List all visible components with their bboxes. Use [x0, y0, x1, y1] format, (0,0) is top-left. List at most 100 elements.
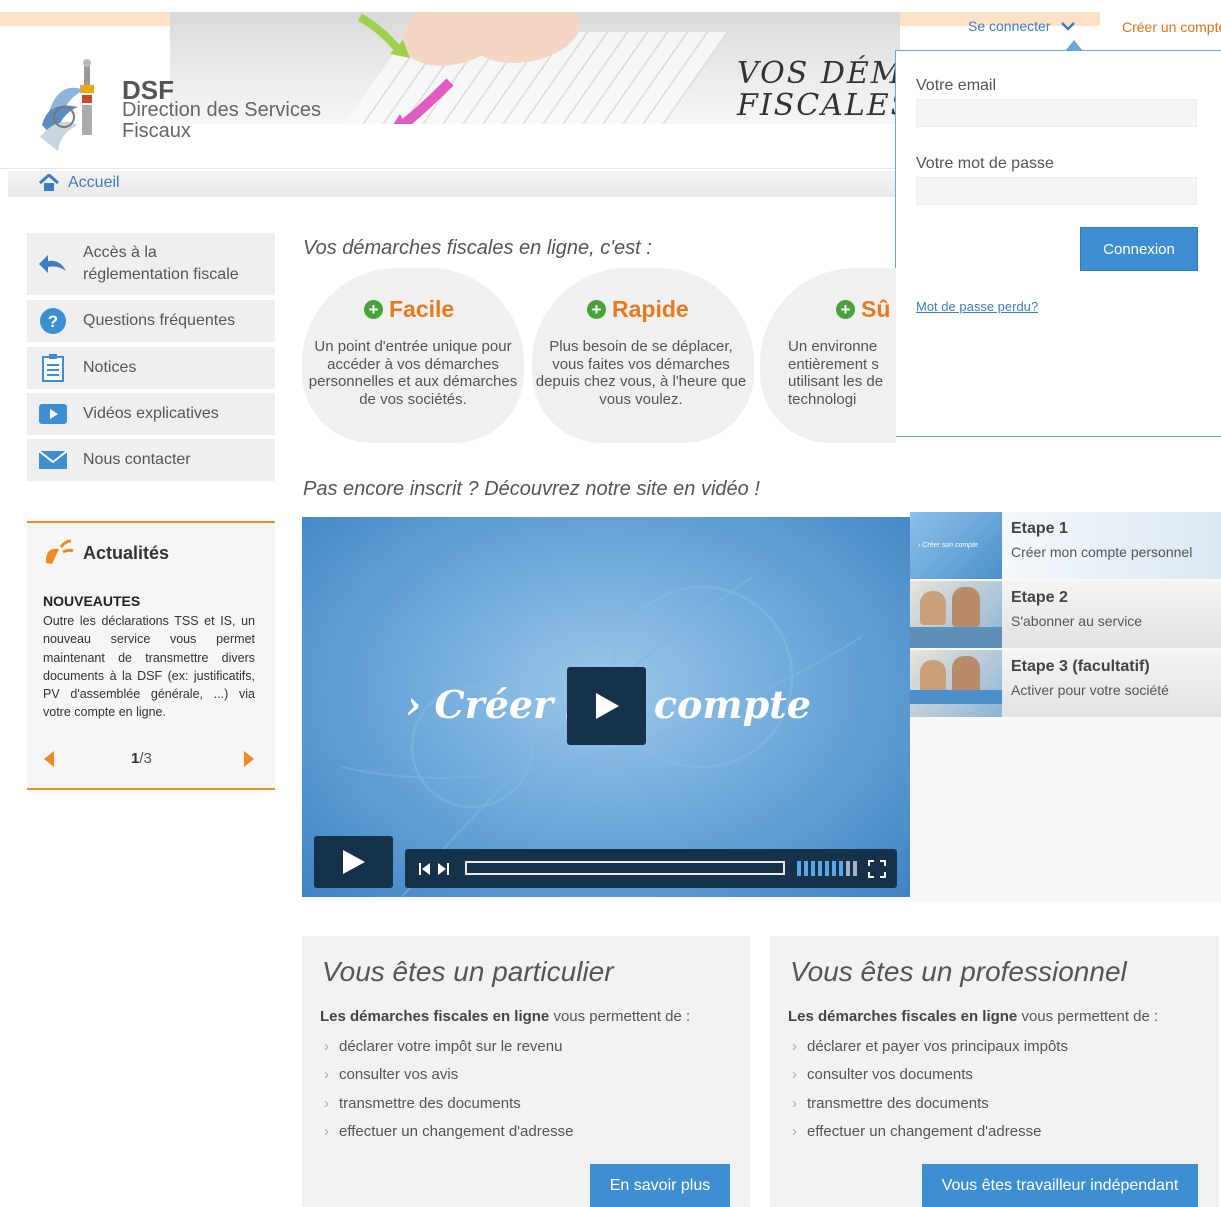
step-item[interactable]: Etape 2 S'abonner au service: [910, 581, 1221, 648]
learn-more-button[interactable]: En savoir plus: [590, 1164, 730, 1207]
chevron-right-icon: ›: [324, 1066, 329, 1084]
video-control-bar: [405, 849, 897, 888]
plus-icon: +: [587, 300, 606, 319]
create-account-tab[interactable]: Créer un compte: [1100, 12, 1221, 40]
list-item: › consulter vos avis: [324, 1066, 573, 1094]
chevron-down-icon: [1060, 22, 1075, 31]
email-label: Votre email: [916, 77, 997, 94]
list-item: › transmettre des documents: [792, 1095, 1068, 1123]
news-page-total: /3: [139, 750, 152, 767]
chevron-right-icon: ›: [324, 1094, 329, 1112]
play-button[interactable]: [567, 667, 646, 745]
step-item[interactable]: Etape 3 (facultatif) Activer pour votre …: [910, 650, 1221, 717]
chevron-right-icon: ›: [792, 1122, 797, 1140]
control-play-button[interactable]: [314, 836, 393, 888]
step-thumbnail: › Créer son compte: [910, 512, 1002, 579]
plus-icon: +: [836, 300, 855, 319]
list-item: › déclarer votre impôt sur le revenu: [324, 1038, 573, 1066]
list-item: › transmettre des documents: [324, 1095, 573, 1123]
login-tab[interactable]: Se connecter: [958, 12, 1088, 40]
video-section-title: Pas encore inscrit ? Découvrez notre sit…: [303, 478, 760, 500]
fullscreen-icon[interactable]: [868, 860, 886, 878]
sidebar-item-label: Accès à la réglementation fiscale: [83, 244, 239, 283]
card-title: Vous êtes un particulier: [322, 956, 614, 987]
envelope-icon: [37, 446, 69, 474]
step-thumbnail: [910, 581, 1002, 648]
connexion-button[interactable]: Connexion: [1080, 227, 1198, 271]
feature-text: Un environne entièrement s utilisant les…: [788, 338, 884, 408]
breadcrumb-bar: [8, 171, 900, 197]
prev-arrow-icon[interactable]: [43, 751, 55, 767]
svg-text:?: ?: [48, 312, 58, 331]
news-heading: NOUVEAUTES: [43, 593, 141, 609]
chevron-right-icon: ›: [792, 1066, 797, 1084]
play-icon: [595, 693, 619, 719]
chevron-right-icon: ›: [792, 1038, 797, 1055]
home-icon: [39, 174, 59, 191]
video-player[interactable]: › Créer son compte: [302, 517, 910, 897]
news-icon: [45, 539, 74, 564]
logo-subtitle: Direction des Services Fiscaux: [122, 99, 321, 142]
sidebar-item-faq[interactable]: ? Questions fréquentes: [27, 300, 275, 342]
step-title: Etape 3 (facultatif): [1011, 658, 1150, 675]
step-subtitle: Créer mon compte personnel: [1011, 544, 1193, 560]
feature-title: + Rapide: [587, 296, 689, 323]
lost-password-link[interactable]: Mot de passe perdu?: [916, 299, 1038, 314]
step-title: Etape 1: [1011, 520, 1068, 537]
video-icon: [37, 400, 69, 428]
card-intro: Les démarches fiscales en ligne vous per…: [320, 1008, 691, 1025]
news-text: Outre les déclarations TSS et IS, un nou…: [43, 614, 255, 720]
list-item: › déclarer et payer vos principaux impôts: [792, 1038, 1068, 1066]
feature-text: Plus besoin de se déplacer, vous faites …: [535, 338, 747, 408]
list-item: › effectuer un changement d'adresse: [792, 1123, 1068, 1151]
plus-icon: +: [364, 300, 383, 319]
sidebar-item-notices[interactable]: Notices: [27, 347, 275, 389]
card-professionnel: Vous êtes un professionnel Les démarches…: [770, 936, 1219, 1207]
card-particulier: Vous êtes un particulier Les démarches f…: [302, 936, 750, 1207]
sidebar-item-reglementation[interactable]: Accès à la réglementation fiscale: [27, 233, 275, 295]
play-icon: [342, 850, 365, 874]
chevron-right-icon: ›: [324, 1122, 329, 1140]
progress-bar[interactable]: [465, 861, 785, 875]
sidebar-item-label: Questions fréquentes: [83, 312, 236, 329]
password-label: Votre mot de passe: [916, 155, 1054, 172]
chevron-right-icon: ›: [792, 1094, 797, 1112]
volume-icon[interactable]: [797, 861, 859, 876]
news-pager: 1/3: [43, 749, 259, 769]
list-item: › effectuer un changement d'adresse: [324, 1123, 573, 1151]
feature-title: + Facile: [364, 296, 454, 323]
sidebar-item-label: Vidéos explicatives: [83, 405, 219, 422]
step-subtitle: Activer pour votre société: [1011, 682, 1169, 698]
login-panel: Votre email Votre mot de passe Connexion…: [895, 50, 1221, 437]
dsf-logo-icon: [40, 59, 94, 151]
step-subtitle: S'abonner au service: [1011, 613, 1143, 629]
breadcrumb-home[interactable]: Accueil: [68, 174, 120, 192]
green-arrow-icon: [357, 13, 410, 58]
news-title: Actualités: [83, 543, 170, 563]
question-icon: ?: [37, 307, 69, 335]
sidebar-item-contact[interactable]: Nous contacter: [27, 439, 275, 481]
step-item[interactable]: › Créer son compte Etape 1 Créer mon com…: [910, 512, 1221, 579]
skip-icon[interactable]: [418, 862, 454, 876]
chevron-right-icon: ›: [324, 1038, 329, 1055]
breadcrumb[interactable]: Accueil: [38, 174, 120, 192]
sidebar-item-label: Notices: [83, 359, 137, 376]
next-arrow-icon[interactable]: [243, 751, 255, 767]
card-title: Vous êtes un professionnel: [790, 956, 1127, 987]
list-item: › consulter vos documents: [792, 1066, 1068, 1094]
card-intro: Les démarches fiscales en ligne vous per…: [788, 1008, 1159, 1025]
news-panel: Actualités NOUVEAUTES Outre les déclarat…: [27, 521, 275, 790]
sidebar-item-videos[interactable]: Vidéos explicatives: [27, 393, 275, 435]
password-field[interactable]: [916, 177, 1197, 205]
feature-title: + Sû: [836, 296, 890, 323]
independent-worker-button[interactable]: Vous êtes travailleur indépendant: [922, 1164, 1198, 1207]
sidebar-item-label: Nous contacter: [83, 451, 191, 468]
step-thumbnail: [910, 650, 1002, 717]
video-steps-list: › Créer son compte Etape 1 Créer mon com…: [910, 512, 1221, 902]
intro-title: Vos démarches fiscales en ligne, c'est :: [303, 237, 652, 259]
clipboard-icon: [37, 354, 69, 382]
back-arrow-icon: [37, 250, 69, 278]
feature-text: Un point d'entrée unique pour accéder à …: [308, 338, 518, 408]
step-title: Etape 2: [1011, 589, 1068, 606]
email-field[interactable]: [916, 99, 1197, 127]
